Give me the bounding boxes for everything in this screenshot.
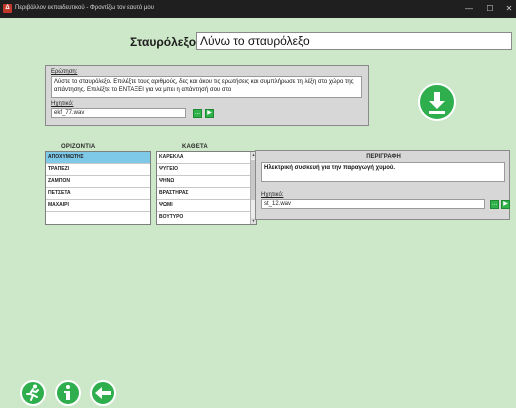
running-exit-icon [26,384,39,401]
question-audio-label: Ηχητικό: [51,101,74,107]
description-audio-input[interactable]: st_12.wav [261,199,485,209]
question-browse-button[interactable]: ... [193,109,202,118]
minimize-button[interactable]: — [463,3,475,15]
vertical-item[interactable]: ΨΗΝΩ [157,176,250,188]
vertical-item[interactable]: ΨΩΜΙ [157,200,250,212]
info-button[interactable] [55,380,81,406]
horizontal-item[interactable]: ΖΑΜΠΟΝ [46,176,150,188]
horizontal-item[interactable]: ΜΑΧΑΙΡΙ [46,200,150,212]
description-audio-label: Ηχητικό: [261,192,284,198]
maximize-button[interactable]: ☐ [484,3,496,15]
vertical-header: ΚΑΘΕΤΑ [182,144,208,150]
description-browse-button[interactable]: ... [490,200,499,209]
window-title: Περιβάλλον εκπαιδευτικού - Φροντίζω τον … [15,5,154,11]
description-header: ΠΕΡΙΓΡΑΦΗ [366,154,401,160]
crossword-label: Σταυρόλεξο: [130,35,201,49]
vertical-item[interactable]: ΒΡΑΣΤΗΡΑΣ [157,188,250,200]
question-play-button[interactable]: ▶ [205,109,214,118]
description-panel: ΠΕΡΙΓΡΑΦΗ Ηλεκτρική συσκευή για την παρα… [255,150,510,220]
vertical-item[interactable]: ΚΑΡΕΚΛΑ [157,152,250,164]
horizontal-header: ΟΡΙΖΟΝΤΙΑ [61,144,96,150]
question-text-box[interactable]: Λύστε το σταυρόλεξο. Επιλέξτε τους αριθμ… [51,76,362,98]
description-play-button[interactable]: ▶ [501,200,510,209]
download-button[interactable] [418,83,456,121]
window-titlebar: Δ Περιβάλλον εκπαιδευτικού - Φροντίζω το… [0,0,516,18]
info-icon [64,385,70,400]
back-button[interactable] [90,380,116,406]
horizontal-item[interactable]: ΑΠΟΧΥΜΩΤΗΣ [46,152,150,164]
horizontal-item[interactable]: ΠΕΤΣΕΤΑ [46,188,150,200]
vertical-item[interactable]: ΒΟΥΤΥΡΟ [157,212,250,224]
horizontal-item[interactable]: ΤΡΑΠΕΖΙ [46,164,150,176]
vertical-list[interactable]: ΚΑΡΕΚΛΑ ΨΥΓΕΙΟ ΨΗΝΩ ΒΡΑΣΤΗΡΑΣ ΨΩΜΙ ΒΟΥΤΥ… [156,151,257,225]
exit-button[interactable] [20,380,46,406]
question-audio-input[interactable]: ekf_77.wav [51,108,186,118]
app-icon: Δ [3,4,12,13]
question-panel: Ερώτηση: Λύστε το σταυρόλεξο. Επιλέξτε τ… [45,65,369,126]
download-icon [429,92,445,114]
description-text-box[interactable]: Ηλεκτρική συσκευή για την παραγωγή χυμού… [261,162,505,182]
arrow-left-icon [95,387,111,399]
question-label: Ερώτηση: [51,69,78,75]
horizontal-list[interactable]: ΑΠΟΧΥΜΩΤΗΣ ΤΡΑΠΕΖΙ ΖΑΜΠΟΝ ΠΕΤΣΕΤΑ ΜΑΧΑΙΡ… [45,151,151,225]
crossword-name-input[interactable]: Λύνω το σταυρόλεξο [196,32,512,50]
horizontal-item[interactable] [46,212,150,224]
vertical-item[interactable]: ΨΥΓΕΙΟ [157,164,250,176]
close-button[interactable]: ✕ [503,3,515,15]
